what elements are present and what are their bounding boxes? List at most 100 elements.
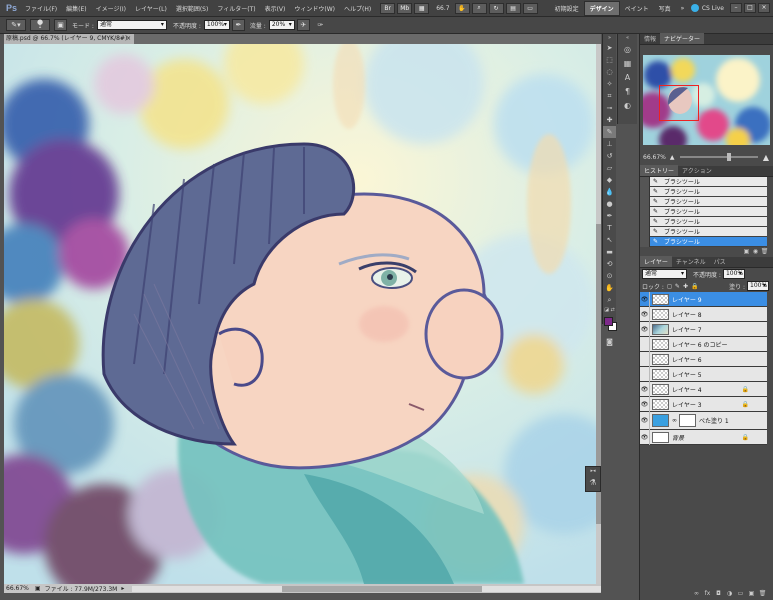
add-mask-icon[interactable]: ◘ xyxy=(714,589,723,597)
hand-tool-icon[interactable]: ✋ xyxy=(603,282,616,294)
shape-tool-icon[interactable]: ▬ xyxy=(603,246,616,258)
lock-position-icon[interactable]: ✚ xyxy=(683,283,688,290)
tab-paths[interactable]: パス xyxy=(710,256,730,267)
eye-icon[interactable]: 👁 xyxy=(640,291,650,307)
history-item[interactable]: ✎ ブラシツール xyxy=(640,196,767,207)
history-source-box[interactable] xyxy=(640,216,650,227)
delete-layer-icon[interactable]: 🗑 xyxy=(758,589,767,597)
type-tool-icon[interactable]: T xyxy=(603,222,616,234)
status-zoom[interactable]: 66.67% xyxy=(6,585,29,592)
layer-row[interactable]: 👁 レイヤー 9 xyxy=(640,291,767,307)
zoom-level[interactable]: 66.7 xyxy=(436,5,449,12)
collapse-tools-icon[interactable]: » xyxy=(603,34,616,42)
tab-history[interactable]: ヒストリー xyxy=(640,165,679,176)
layer-name[interactable]: べた塗り 1 xyxy=(699,416,729,425)
hand-button[interactable]: ✋ xyxy=(454,2,470,14)
menu-select[interactable]: 選択範囲(S) xyxy=(176,4,209,13)
workspace-painting[interactable]: ペイント xyxy=(620,2,654,15)
opacity-input[interactable]: 100% xyxy=(203,20,230,30)
history-source-box[interactable] xyxy=(640,177,650,187)
lock-image-icon[interactable]: ✎ xyxy=(675,283,680,290)
navigator-thumbnail[interactable] xyxy=(643,55,770,145)
arrange-documents-button[interactable]: ▤ xyxy=(505,2,521,14)
zoom-out-icon[interactable]: ▲ xyxy=(670,154,675,161)
tab-layers[interactable]: レイヤー xyxy=(640,256,672,267)
eye-hidden-box[interactable] xyxy=(640,366,650,382)
zoom-tool-icon[interactable]: ⌕ xyxy=(603,294,616,306)
layer-row[interactable]: 👁 レイヤー 8 xyxy=(640,306,767,322)
history-item[interactable]: ✎ ブラシツール xyxy=(640,216,767,227)
layer-opacity-input[interactable]: 100% xyxy=(722,269,745,279)
paragraph-panel-icon[interactable]: ¶ xyxy=(618,84,637,98)
adjustment-layer-icon[interactable]: ◑ xyxy=(725,589,734,597)
pen-tool-icon[interactable]: ✒ xyxy=(603,210,616,222)
lasso-tool-icon[interactable]: ◌ xyxy=(603,66,616,78)
eye-icon[interactable]: 👁 xyxy=(640,411,650,430)
menu-image[interactable]: イメージ(I) xyxy=(96,4,126,13)
quick-select-tool-icon[interactable]: ✧ xyxy=(603,78,616,90)
menu-edit[interactable]: 編集(E) xyxy=(66,4,86,13)
new-group-icon[interactable]: ▭ xyxy=(736,589,745,597)
palette-collapse-icon[interactable]: ▸◂ xyxy=(586,467,600,475)
eye-icon[interactable]: 👁 xyxy=(640,306,650,322)
close-window-button[interactable]: × xyxy=(758,3,770,13)
extras-button[interactable]: ▦ xyxy=(414,2,430,14)
close-document-icon[interactable]: × xyxy=(126,34,131,44)
mode-select[interactable]: 通常 xyxy=(96,20,167,30)
eye-icon[interactable]: 👁 xyxy=(640,396,650,412)
layer-name[interactable]: レイヤー 5 xyxy=(672,370,702,379)
airbrush-toggle[interactable]: ✈ xyxy=(296,19,310,31)
foreground-color-swatch[interactable] xyxy=(604,317,613,326)
new-snapshot-icon[interactable]: ◉ xyxy=(751,247,760,255)
healing-brush-tool-icon[interactable]: ✚ xyxy=(603,114,616,126)
history-item[interactable]: ✎ ブラシツール xyxy=(640,206,767,217)
blend-mode-select[interactable]: 通常 xyxy=(642,269,687,279)
screen-mode-button[interactable]: ▭ xyxy=(522,2,538,14)
tool-preset-picker[interactable]: ✎▾ xyxy=(6,19,26,31)
tab-info[interactable]: 情報 xyxy=(640,33,660,44)
navigator-zoom-slider[interactable] xyxy=(679,153,758,161)
status-menu-icon[interactable]: ▸ xyxy=(121,585,124,592)
zoom-button[interactable]: ⌕ xyxy=(471,2,487,14)
default-colors-icon[interactable]: ◪ ⇄ xyxy=(603,306,616,314)
character-panel-icon[interactable]: A xyxy=(618,70,637,84)
tab-channels[interactable]: チャンネル xyxy=(672,256,710,267)
brush-tool-icon[interactable]: ✎ xyxy=(603,126,616,138)
layer-name[interactable]: 背景 xyxy=(672,433,684,442)
navigator-view-box[interactable] xyxy=(659,85,699,121)
paint-bucket-tool-icon[interactable]: ◆ xyxy=(603,174,616,186)
mini-bridge-button[interactable]: Mb xyxy=(397,2,413,14)
history-item[interactable]: ✎ ブラシツール xyxy=(640,186,767,197)
vertical-scrollbar[interactable] xyxy=(596,44,601,584)
path-select-tool-icon[interactable]: ↖ xyxy=(603,234,616,246)
tablet-size-toggle[interactable]: ✑ xyxy=(314,19,327,31)
delete-state-icon[interactable]: 🗑 xyxy=(760,247,769,255)
layer-name[interactable]: レイヤー 7 xyxy=(672,325,702,334)
bridge-button[interactable]: Br xyxy=(380,2,396,14)
history-source-box[interactable] xyxy=(640,206,650,217)
workspace-essentials[interactable]: 初期設定 xyxy=(550,2,584,15)
history-item-current[interactable]: ✎ ブラシツール xyxy=(640,236,767,247)
collapse-strip-icon[interactable]: « xyxy=(618,34,637,42)
fill-input[interactable]: 100% xyxy=(747,281,769,291)
crop-tool-icon[interactable]: ⌗ xyxy=(603,90,616,102)
eye-hidden-box[interactable] xyxy=(640,336,650,352)
minimize-button[interactable]: – xyxy=(730,3,742,13)
menu-view[interactable]: 表示(V) xyxy=(265,4,286,13)
link-layers-icon[interactable]: ∞ xyxy=(692,589,701,597)
layer-name[interactable]: レイヤー 8 xyxy=(672,310,702,319)
history-brush-tool-icon[interactable]: ↺ xyxy=(603,150,616,162)
3d-orbit-tool-icon[interactable]: ⊙ xyxy=(603,270,616,282)
layer-row[interactable]: 👁 背景 🔒 xyxy=(640,429,767,445)
new-document-from-state-icon[interactable]: ▣ xyxy=(742,247,751,255)
brush-panel-toggle[interactable]: ▣ xyxy=(54,19,67,31)
zoom-in-icon[interactable]: ▲ xyxy=(763,153,769,162)
cs-live-button[interactable]: CS Live xyxy=(690,4,724,12)
tab-navigator[interactable]: ナビゲーター xyxy=(660,33,705,44)
history-item[interactable]: ✎ ブラシツール xyxy=(640,226,767,237)
3d-rotate-tool-icon[interactable]: ⟲ xyxy=(603,258,616,270)
horizontal-scrollbar[interactable] xyxy=(132,585,601,592)
history-source-box[interactable] xyxy=(640,226,650,237)
history-source-box[interactable] xyxy=(640,236,650,247)
adjustments-panel-icon[interactable]: ◐ xyxy=(618,98,637,112)
